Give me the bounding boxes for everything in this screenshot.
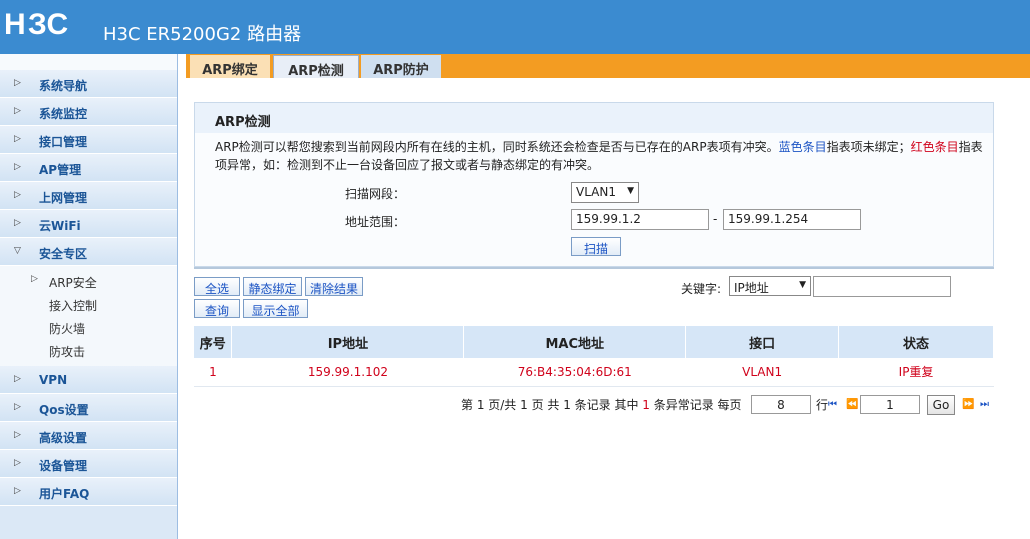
chevron-right-icon: ▷ [14, 430, 21, 440]
select-all-button[interactable]: 全选 [194, 277, 240, 296]
cell-ip: 159.99.1.102 [231, 358, 464, 387]
pager-summary: 第 1 页/共 1 页 共 1 条记录 其中 1 条异常记录 每页 [461, 398, 742, 412]
arp-detection-panel: ARP检测 ARP检测可以帮您搜索到当前网段内所有在线的主机，同时系统还会检查是… [194, 102, 994, 267]
keyword-label: 关键字: [681, 282, 722, 296]
table-header-row: 序号 IP地址 MAC地址 接口 状态 [194, 326, 994, 358]
range-end-input[interactable]: 159.99.1.254 [723, 209, 861, 230]
go-button[interactable]: Go [927, 395, 955, 415]
h3c-logo: HƐC [4, 8, 70, 41]
sidebar-item-system-nav[interactable]: ▷ 系统导航 [0, 70, 177, 98]
dropdown-arrow-icon: ▼ [799, 280, 806, 290]
security-submenu: ▷ ARP安全 接入控制 防火墙 防攻击 [0, 266, 177, 366]
per-page-unit: 行 [816, 398, 829, 412]
last-page-icon[interactable]: ⏭ [980, 399, 989, 410]
next-page-icon[interactable]: ⏩ [962, 399, 974, 410]
chevron-right-icon: ▷ [14, 162, 21, 172]
chevron-right-icon: ▷ [14, 218, 21, 228]
col-header-interface[interactable]: 接口 [685, 326, 840, 358]
sidebar-item-vpn[interactable]: ▷ VPN [0, 366, 177, 394]
page-number-input[interactable]: 1 [860, 395, 920, 414]
divider [194, 267, 994, 269]
sidebar-item-qos[interactable]: ▷ Qos设置 [0, 394, 177, 422]
cell-interface: VLAN1 [685, 358, 839, 387]
sidebar-item-internet[interactable]: ▷ 上网管理 [0, 182, 177, 210]
range-dash: - [713, 212, 718, 226]
chevron-right-icon: ▷ [14, 190, 21, 200]
sidebar-item-ap[interactable]: ▷ AP管理 [0, 154, 177, 182]
tab-arp-detection[interactable]: ARP检测 [273, 55, 359, 79]
per-page-input[interactable]: 8 [751, 395, 811, 414]
keyword-field-select[interactable]: IP地址 ▼ [729, 276, 811, 296]
sidebar-item-faq[interactable]: ▷ 用户FAQ [0, 478, 177, 506]
cell-index: 1 [194, 358, 232, 387]
chevron-right-icon: ▷ [14, 106, 21, 116]
address-range-label: 地址范围： [345, 215, 406, 229]
scan-segment-label: 扫描网段： [345, 187, 406, 201]
chevron-right-icon: ▷ [14, 78, 21, 88]
show-all-button[interactable]: 显示全部 [243, 299, 308, 318]
main-content: ARP检测 ARP检测可以帮您搜索到当前网段内所有在线的主机，同时系统还会检查是… [186, 78, 1030, 539]
arp-results-table: 序号 IP地址 MAC地址 接口 状态 1 159.99.1.102 76:B4… [194, 326, 994, 387]
col-header-ip[interactable]: IP地址 [231, 326, 465, 358]
cell-status: IP重复 [838, 358, 994, 387]
product-title: H3C ER5200G2 路由器 [103, 24, 302, 45]
chevron-right-icon: ▷ [14, 486, 21, 496]
sidebar: ▷ 系统导航 ▷ 系统监控 ▷ 接口管理 ▷ AP管理 ▷ 上网管理 ▷ 云WiFi ▽ 安全… [0, 54, 178, 539]
sidebar-item-device[interactable]: ▷ 设备管理 [0, 450, 177, 478]
prev-page-icon[interactable]: ⏪ [846, 399, 858, 410]
sidebar-item-advanced[interactable]: ▷ 高级设置 [0, 422, 177, 450]
sidebar-subitem-firewall[interactable]: 防火墙 [0, 316, 177, 339]
keyword-input[interactable] [813, 276, 951, 297]
query-button[interactable]: 查询 [194, 299, 240, 318]
sidebar-item-security[interactable]: ▽ 安全专区 [0, 238, 177, 266]
top-header: HƐC H3C ER5200G2 路由器 [0, 0, 1030, 54]
first-page-icon[interactable]: ⏮ [828, 399, 837, 410]
scan-segment-select[interactable]: VLAN1 ▼ [571, 182, 639, 203]
chevron-down-icon: ▽ [14, 246, 21, 256]
clear-results-button[interactable]: 清除结果 [305, 277, 363, 296]
chevron-right-icon: ▷ [14, 458, 21, 468]
sidebar-subitem-anti-attack[interactable]: 防攻击 [0, 339, 177, 362]
tab-arp-protection[interactable]: ARP防护 [361, 55, 441, 78]
sidebar-subitem-arp-security[interactable]: ▷ ARP安全 [0, 270, 177, 293]
sidebar-item-system-monitor[interactable]: ▷ 系统监控 [0, 98, 177, 126]
tab-bar: ARP绑定 ARP检测 ARP防护 [186, 54, 1030, 79]
col-header-index[interactable]: 序号 [194, 326, 233, 358]
chevron-right-icon: ▷ [14, 402, 21, 412]
static-bind-button[interactable]: 静态绑定 [243, 277, 302, 296]
sidebar-item-cloud-wifi[interactable]: ▷ 云WiFi [0, 210, 177, 238]
dropdown-arrow-icon: ▼ [627, 186, 634, 196]
col-header-mac[interactable]: MAC地址 [463, 326, 687, 358]
chevron-right-icon: ▷ [14, 374, 21, 384]
range-start-input[interactable]: 159.99.1.2 [571, 209, 709, 230]
chevron-right-icon: ▷ [14, 134, 21, 144]
sidebar-item-interface[interactable]: ▷ 接口管理 [0, 126, 177, 154]
cell-mac: 76:B4:35:04:6D:61 [463, 358, 686, 387]
tab-arp-binding[interactable]: ARP绑定 [190, 55, 270, 78]
table-row[interactable]: 1 159.99.1.102 76:B4:35:04:6D:61 VLAN1 I… [194, 358, 994, 387]
panel-description: ARP检测可以帮您搜索到当前网段内所有在线的主机，同时系统还会检查是否与已存在的… [215, 140, 983, 172]
panel-title: ARP检测 [195, 103, 993, 133]
col-header-status[interactable]: 状态 [838, 326, 994, 358]
sidebar-subitem-access-control[interactable]: 接入控制 [0, 293, 177, 316]
scan-button[interactable]: 扫描 [571, 237, 621, 256]
chevron-right-icon: ▷ [31, 274, 38, 284]
